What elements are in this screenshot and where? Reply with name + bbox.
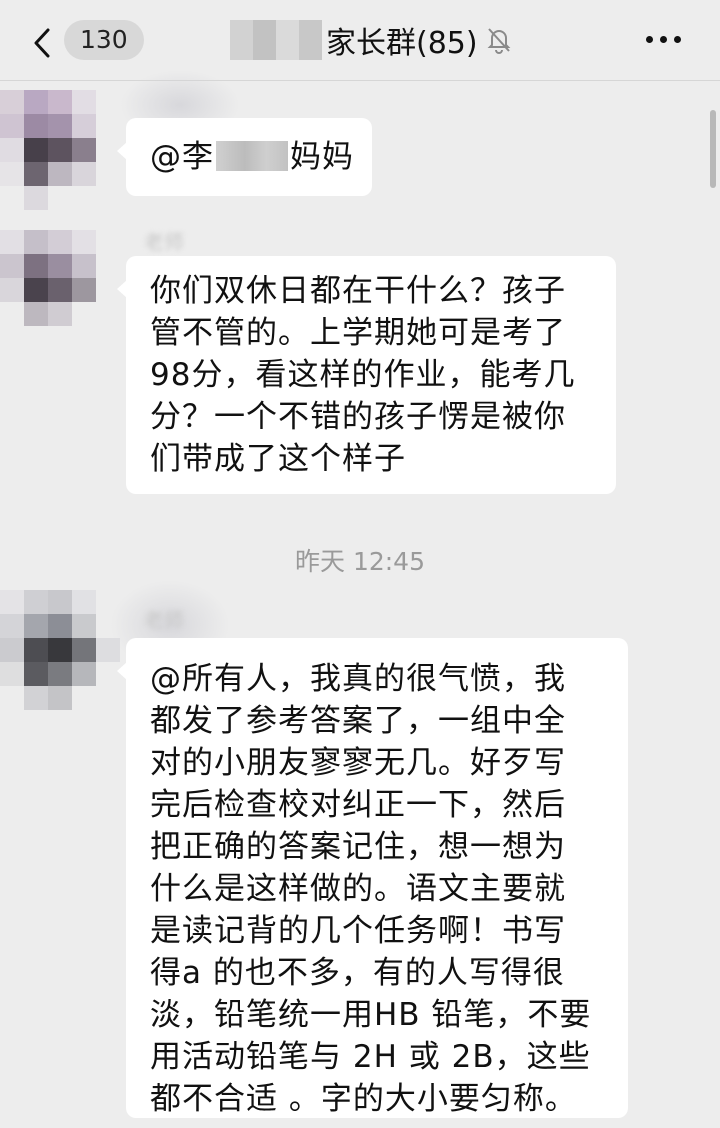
- message-line: 都发了参考答案了，一组中全: [150, 703, 566, 739]
- timestamp-divider: 昨天 12:45: [295, 547, 425, 576]
- chat-header: 130 家长群(85): [0, 0, 720, 81]
- more-dots-icon: [646, 36, 653, 43]
- more-dots-icon: [660, 36, 667, 43]
- message-line: 用活动铅笔与 2H 或 2B，这些: [150, 1039, 591, 1075]
- chevron-left-icon: [34, 28, 50, 58]
- more-dots-icon: [674, 36, 681, 43]
- message-line: 对的小朋友寥寥无几。好歹写: [150, 745, 566, 781]
- message-line: 分？一个不错的孩子愣是被你: [150, 399, 566, 435]
- message-line: @所有人，我真的很气愤，我: [150, 661, 566, 697]
- scrollbar[interactable]: [710, 110, 716, 188]
- message-line: 98分，看这样的作业，能考几: [150, 357, 576, 393]
- avatar[interactable]: [0, 230, 120, 340]
- message-line: 是读记背的几个任务啊！书写: [150, 913, 566, 949]
- message-line: 都不合适 。字的大小要匀称。: [150, 1081, 577, 1117]
- message-bubble[interactable]: @所有人，我真的很气愤，我 都发了参考答案了，一组中全 对的小朋友寥寥无几。好歹…: [117, 638, 628, 1118]
- sender-name: 老师: [144, 608, 184, 632]
- back-button[interactable]: 130: [24, 14, 144, 66]
- message-bubble[interactable]: @李 妈妈: [117, 118, 372, 196]
- chat-title: 家长群(85): [326, 26, 478, 61]
- chat-title-area[interactable]: 家长群(85): [230, 18, 512, 62]
- unread-count-badge: 130: [64, 20, 144, 60]
- message-line: 管不管的。上学期她可是考了: [150, 315, 566, 351]
- message-line: 得a 的也不多，有的人写得很: [150, 955, 565, 991]
- avatar[interactable]: [0, 90, 120, 210]
- sender-name: 老师: [144, 230, 184, 254]
- message-line: 把正确的答案记住，想一想为: [150, 829, 566, 865]
- message-line: 完后检查校对纠正一下，然后: [150, 787, 566, 823]
- mention-line: @李 妈妈: [150, 139, 354, 175]
- redacted-name: [216, 141, 288, 171]
- message-bubble[interactable]: 你们双休日都在干什么？孩子 管不管的。上学期她可是考了 98分，看这样的作业，能…: [117, 256, 616, 494]
- avatar[interactable]: [0, 590, 120, 730]
- redacted-title-prefix: [230, 20, 322, 60]
- bell-muted-icon: [487, 28, 511, 54]
- message-line: 淡，铅笔统一用HB 铅笔，不要: [150, 997, 592, 1033]
- more-options-button[interactable]: [644, 24, 684, 54]
- message-line: 什么是这样做的。语文主要就: [150, 871, 566, 907]
- message-line: 你们双休日都在干什么？孩子: [150, 273, 566, 309]
- message-line: 们带成了这个样子: [150, 441, 406, 477]
